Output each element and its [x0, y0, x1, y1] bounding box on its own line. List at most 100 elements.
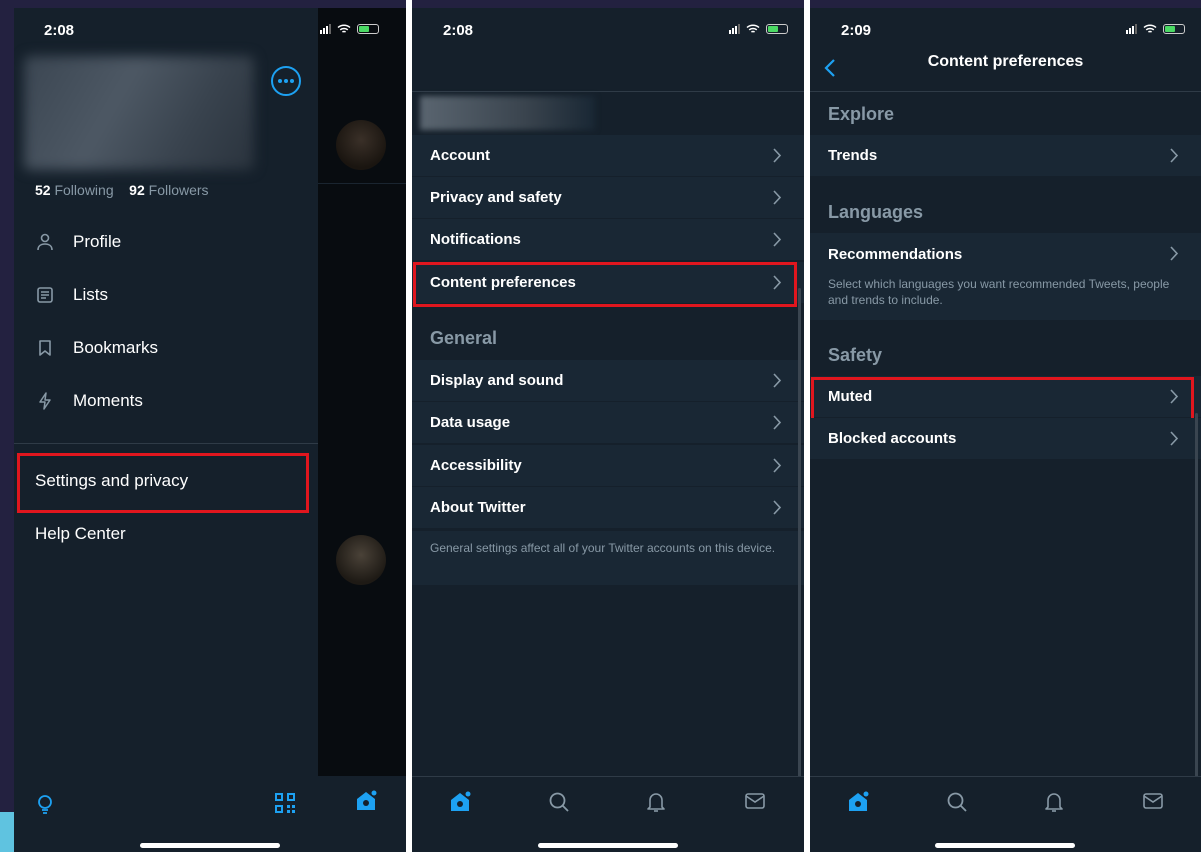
home-indicator [538, 843, 678, 848]
search-icon[interactable] [548, 791, 570, 813]
battery-icon [766, 24, 788, 34]
menu-item-label: Bookmarks [73, 338, 159, 357]
signal-icon [1126, 24, 1137, 34]
row-account[interactable]: Account [412, 135, 804, 177]
menu-item-profile[interactable]: Profile [35, 232, 121, 252]
row-trends[interactable]: Trends [810, 135, 1201, 177]
battery-icon [1163, 24, 1185, 34]
home-indicator [140, 843, 280, 848]
following-label: Following [54, 182, 114, 198]
row-label: Data usage [430, 414, 511, 431]
chevron-right-icon [773, 500, 782, 515]
followers-count[interactable]: 92 [129, 182, 145, 198]
row-display-and-sound[interactable]: Display and sound [412, 360, 804, 402]
status-icons [729, 24, 788, 34]
menu-divider [14, 443, 318, 444]
home-indicator [935, 843, 1075, 848]
home-icon[interactable] [846, 791, 869, 813]
status-time: 2:08 [44, 22, 75, 39]
menu-item-label: Moments [73, 391, 143, 410]
list-icon [35, 285, 55, 305]
status-icons [1126, 24, 1185, 34]
timeline-avatar [336, 120, 386, 170]
blurred-username [420, 96, 595, 130]
scrollbar[interactable] [798, 288, 801, 778]
row-privacy-and-safety[interactable]: Privacy and safety [412, 177, 804, 219]
person-icon [35, 232, 55, 252]
highlight-box [413, 262, 797, 307]
home-icon[interactable] [354, 790, 378, 817]
menu-item-label: Lists [73, 285, 108, 304]
tab-bar [412, 776, 804, 852]
status-bar: 2:08 [412, 22, 804, 42]
chevron-right-icon [773, 148, 782, 163]
followers-label: Followers [148, 182, 209, 198]
scrollbar[interactable] [1195, 413, 1198, 778]
section-header-safety: Safety [828, 345, 883, 365]
section-header-explore: Explore [828, 104, 895, 124]
blurred-profile-header [24, 56, 254, 170]
highlight-box [811, 377, 1194, 421]
lightbulb-icon[interactable] [36, 794, 54, 821]
nav-bar: 2:09 Content preferences [810, 8, 1201, 92]
status-bar: 2:08 [14, 22, 318, 42]
row-label: Blocked accounts [828, 430, 957, 447]
chevron-right-icon [773, 232, 782, 247]
chevron-right-icon [1170, 148, 1179, 163]
row-blocked-accounts[interactable]: Blocked accounts [810, 418, 1201, 460]
timeline-divider [318, 183, 406, 184]
settings-panel: 2:08 Account Privacy and safety Notifica… [412, 8, 804, 852]
menu-item-bookmarks[interactable]: Bookmarks [35, 338, 158, 358]
left-accent-strip [0, 812, 14, 852]
home-icon[interactable] [448, 791, 471, 813]
menu-item-label: Profile [73, 232, 122, 251]
row-accessibility[interactable]: Accessibility [412, 445, 804, 487]
bell-icon[interactable] [1044, 791, 1066, 813]
row-label: Display and sound [430, 372, 564, 389]
row-label: Recommendations [828, 246, 963, 263]
row-label: Notifications [430, 231, 521, 248]
wifi-icon [337, 24, 351, 34]
chevron-right-icon [773, 190, 782, 205]
menu-item-moments[interactable]: Moments [35, 391, 143, 411]
nav-bar: 2:08 [412, 8, 804, 92]
mail-icon[interactable] [744, 791, 766, 813]
qr-code-icon[interactable] [274, 792, 296, 819]
follow-counts: 52 Following 92 Followers [35, 182, 209, 198]
section-header-general: General [430, 328, 498, 348]
row-label: Account [430, 147, 490, 164]
chevron-right-icon [773, 458, 782, 473]
signal-icon [729, 24, 740, 34]
row-label: Accessibility [430, 457, 522, 474]
tab-bar [810, 776, 1201, 852]
chevron-right-icon [773, 415, 782, 430]
search-icon[interactable] [946, 791, 968, 813]
menu-item-lists[interactable]: Lists [35, 285, 108, 305]
help-center-link[interactable]: Help Center [35, 524, 126, 544]
row-label: About Twitter [430, 499, 526, 516]
battery-icon [357, 24, 379, 34]
signal-icon [320, 24, 331, 34]
row-label: Privacy and safety [430, 189, 562, 206]
status-bar: 2:09 [810, 22, 1201, 42]
lightning-icon [35, 391, 55, 411]
timeline-avatar [336, 535, 386, 585]
mail-icon[interactable] [1142, 791, 1164, 813]
more-options-icon[interactable] [271, 66, 301, 96]
wifi-icon [746, 24, 760, 34]
following-count[interactable]: 52 [35, 182, 51, 198]
row-notifications[interactable]: Notifications [412, 219, 804, 261]
general-settings-note: General settings affect all of your Twit… [412, 531, 804, 585]
status-time: 2:09 [841, 22, 872, 39]
section-header-languages: Languages [828, 202, 924, 222]
highlight-box [17, 453, 309, 513]
chevron-right-icon [1170, 431, 1179, 446]
bell-icon[interactable] [646, 791, 668, 813]
wifi-icon [1143, 24, 1157, 34]
row-about-twitter[interactable]: About Twitter [412, 487, 804, 529]
status-bar [318, 22, 406, 42]
chevron-right-icon [1170, 246, 1179, 261]
status-time: 2:08 [443, 22, 474, 39]
side-menu-panel: 2:08 52 Following 92 Followers Profile L… [14, 8, 318, 852]
row-data-usage[interactable]: Data usage [412, 402, 804, 444]
